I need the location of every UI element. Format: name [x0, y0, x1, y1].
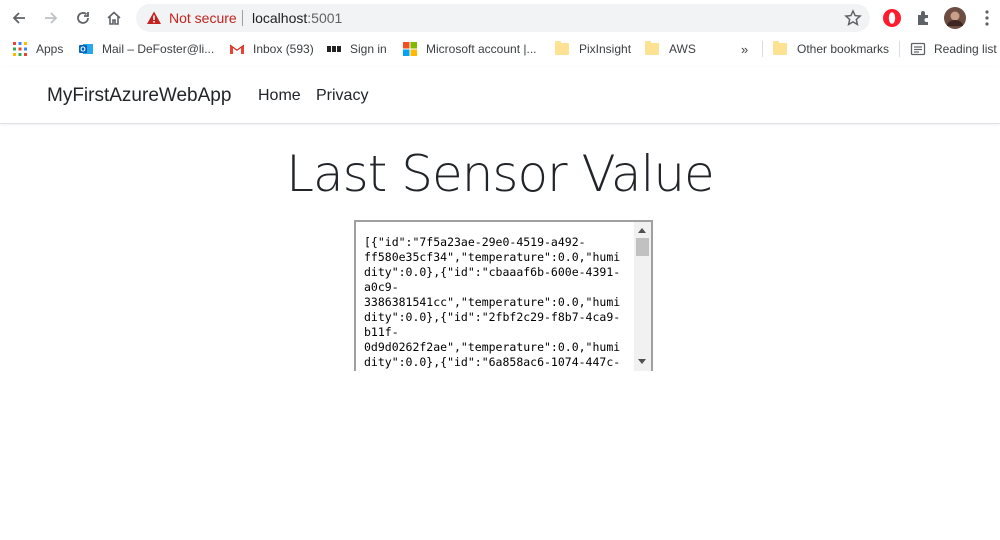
sensor-value-textarea[interactable]: [{"id":"7f5a23ae-29e0-4519-a492- ff580e3… — [354, 220, 653, 371]
nav-link-home[interactable]: Home — [258, 87, 301, 105]
site-navbar: MyFirstAzureWebApp Home Privacy — [0, 67, 1000, 124]
bookmark-inbox[interactable]: Inbox (593) — [229, 39, 314, 59]
bookmark-label: Reading list — [934, 42, 997, 56]
extensions-button[interactable] — [912, 6, 936, 30]
bookmark-label: PixInsight — [579, 42, 632, 56]
security-status[interactable]: Not secure — [169, 10, 237, 26]
omnibox-divider — [242, 10, 243, 26]
scroll-down-arrow-icon[interactable] — [638, 359, 646, 364]
bookmark-mail[interactable]: O Mail – DeFoster@li... — [78, 39, 214, 59]
apps-grid-icon — [13, 42, 27, 56]
bookmark-label: Sign in — [350, 42, 387, 56]
bookmark-other[interactable]: Other bookmarks — [773, 39, 889, 59]
reading-list-icon — [910, 42, 926, 56]
more-vert-icon — [985, 10, 989, 26]
opera-icon — [883, 9, 901, 27]
svg-text:O: O — [80, 47, 86, 54]
address-bar[interactable]: Not secure localhost:5001 — [136, 4, 870, 32]
web-page: MyFirstAzureWebApp Home Privacy Last Sen… — [0, 67, 1000, 540]
bookmark-label: Inbox (593) — [253, 42, 314, 56]
forward-button[interactable] — [39, 6, 63, 30]
bookmarks-divider — [762, 41, 763, 57]
bookmark-label: Other bookmarks — [797, 42, 890, 56]
sensor-json-text: [{"id":"7f5a23ae-29e0-4519-a492- ff580e3… — [364, 235, 621, 369]
bookmarks-bar: Apps O Mail – DeFoster@li... Inbox (593)… — [0, 36, 1000, 62]
opera-extension-button[interactable] — [880, 6, 904, 30]
bookmarks-divider — [899, 41, 900, 57]
puzzle-icon — [918, 11, 928, 25]
bookmark-aws[interactable]: AWS — [645, 39, 696, 59]
nav-link-privacy[interactable]: Privacy — [316, 87, 368, 105]
home-icon — [107, 11, 121, 25]
profile-button[interactable] — [943, 6, 967, 30]
bookmark-apps[interactable]: Apps — [12, 39, 63, 59]
reload-button[interactable] — [71, 6, 95, 30]
browser-menu-button[interactable] — [975, 6, 999, 30]
bookmark-star-icon[interactable] — [844, 9, 862, 27]
bookmark-pixinsight[interactable]: PixInsight — [555, 39, 631, 59]
gmail-icon — [229, 44, 245, 54]
microsoft-icon — [403, 42, 417, 56]
forward-arrow-icon — [45, 12, 58, 24]
bookmark-label: Apps — [36, 42, 64, 56]
bbc-icon — [327, 46, 341, 52]
scrollbar-thumb[interactable] — [636, 238, 649, 256]
overflow-chevron-icon: » — [741, 41, 749, 57]
back-arrow-icon — [12, 12, 25, 24]
scroll-up-arrow-icon[interactable] — [638, 228, 646, 233]
folder-icon — [645, 41, 661, 57]
home-button[interactable] — [102, 6, 126, 30]
url-port: :5001 — [307, 10, 343, 26]
folder-icon — [773, 41, 789, 57]
bookmark-microsoft[interactable]: Microsoft account |... — [402, 39, 537, 59]
reading-list-button[interactable]: Reading list — [910, 39, 997, 59]
bookmark-label: AWS — [669, 42, 696, 56]
folder-icon — [555, 41, 571, 57]
bookmark-sign-in[interactable]: Sign in — [326, 39, 387, 59]
browser-toolbar: Not secure localhost:5001 — [0, 0, 1000, 36]
bookmark-label: Microsoft account |... — [426, 42, 537, 56]
back-button[interactable] — [7, 6, 31, 30]
url-text[interactable]: localhost:5001 — [252, 10, 342, 26]
reload-icon — [77, 12, 89, 24]
bookmarks-overflow-button[interactable]: » — [741, 39, 748, 59]
avatar — [944, 7, 966, 29]
textarea-scrollbar[interactable] — [634, 222, 651, 371]
page-title: Last Sensor Value — [286, 145, 715, 203]
bookmark-label: Mail – DeFoster@li... — [102, 42, 215, 56]
url-host: localhost — [252, 10, 308, 26]
warning-icon — [147, 11, 161, 24]
site-brand-link[interactable]: MyFirstAzureWebApp — [47, 85, 231, 107]
outlook-icon: O — [79, 44, 93, 54]
